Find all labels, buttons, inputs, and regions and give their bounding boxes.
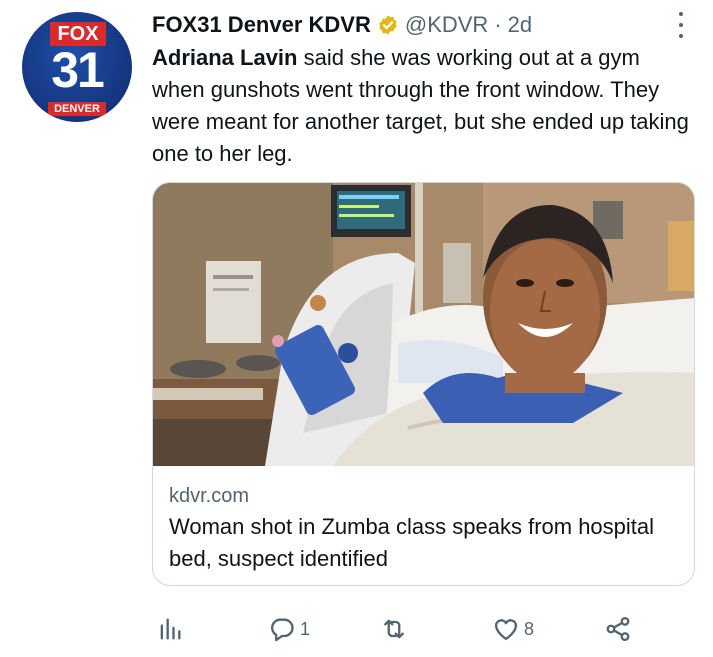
more-options-icon[interactable] bbox=[677, 12, 685, 38]
author-handle[interactable]: @KDVR bbox=[405, 12, 488, 38]
mentioned-name[interactable]: Adriana Lavin bbox=[152, 45, 297, 70]
retweet-button[interactable] bbox=[380, 612, 412, 646]
reply-count: 1 bbox=[300, 618, 311, 639]
heart-icon bbox=[494, 619, 518, 641]
share-icon bbox=[606, 616, 630, 642]
tweet-timestamp[interactable]: 2d bbox=[508, 12, 532, 38]
avatar-number: 31 bbox=[51, 42, 105, 98]
reply-button[interactable]: 1 bbox=[268, 612, 310, 646]
bar-chart-icon bbox=[160, 618, 181, 640]
analytics-button[interactable] bbox=[156, 612, 184, 646]
like-count: 8 bbox=[524, 618, 535, 639]
verified-badge-icon bbox=[379, 15, 397, 35]
card-image bbox=[153, 183, 694, 466]
card-meta: kdvr.com Woman shot in Zumba class speak… bbox=[169, 481, 678, 575]
tweet-actions: 1 8 bbox=[152, 612, 652, 646]
link-card[interactable]: kdvr.com Woman shot in Zumba class speak… bbox=[152, 182, 695, 586]
tweet-text: Adriana Lavin said she was working out a… bbox=[152, 42, 692, 170]
like-button[interactable]: 8 bbox=[492, 612, 534, 646]
share-button[interactable] bbox=[604, 612, 632, 646]
avatar[interactable]: FOX 31 DENVER bbox=[22, 12, 132, 122]
tweet-header: FOX31 Denver KDVR @KDVR · 2d bbox=[152, 10, 532, 40]
card-title: Woman shot in Zumba class speaks from ho… bbox=[169, 514, 655, 571]
separator-dot: · bbox=[494, 12, 502, 37]
author-name[interactable]: FOX31 Denver KDVR bbox=[152, 12, 371, 38]
avatar-denver-text: DENVER bbox=[48, 102, 106, 116]
card-domain: kdvr.com bbox=[169, 485, 250, 507]
reply-icon bbox=[271, 618, 294, 642]
retweet-icon bbox=[384, 619, 404, 639]
